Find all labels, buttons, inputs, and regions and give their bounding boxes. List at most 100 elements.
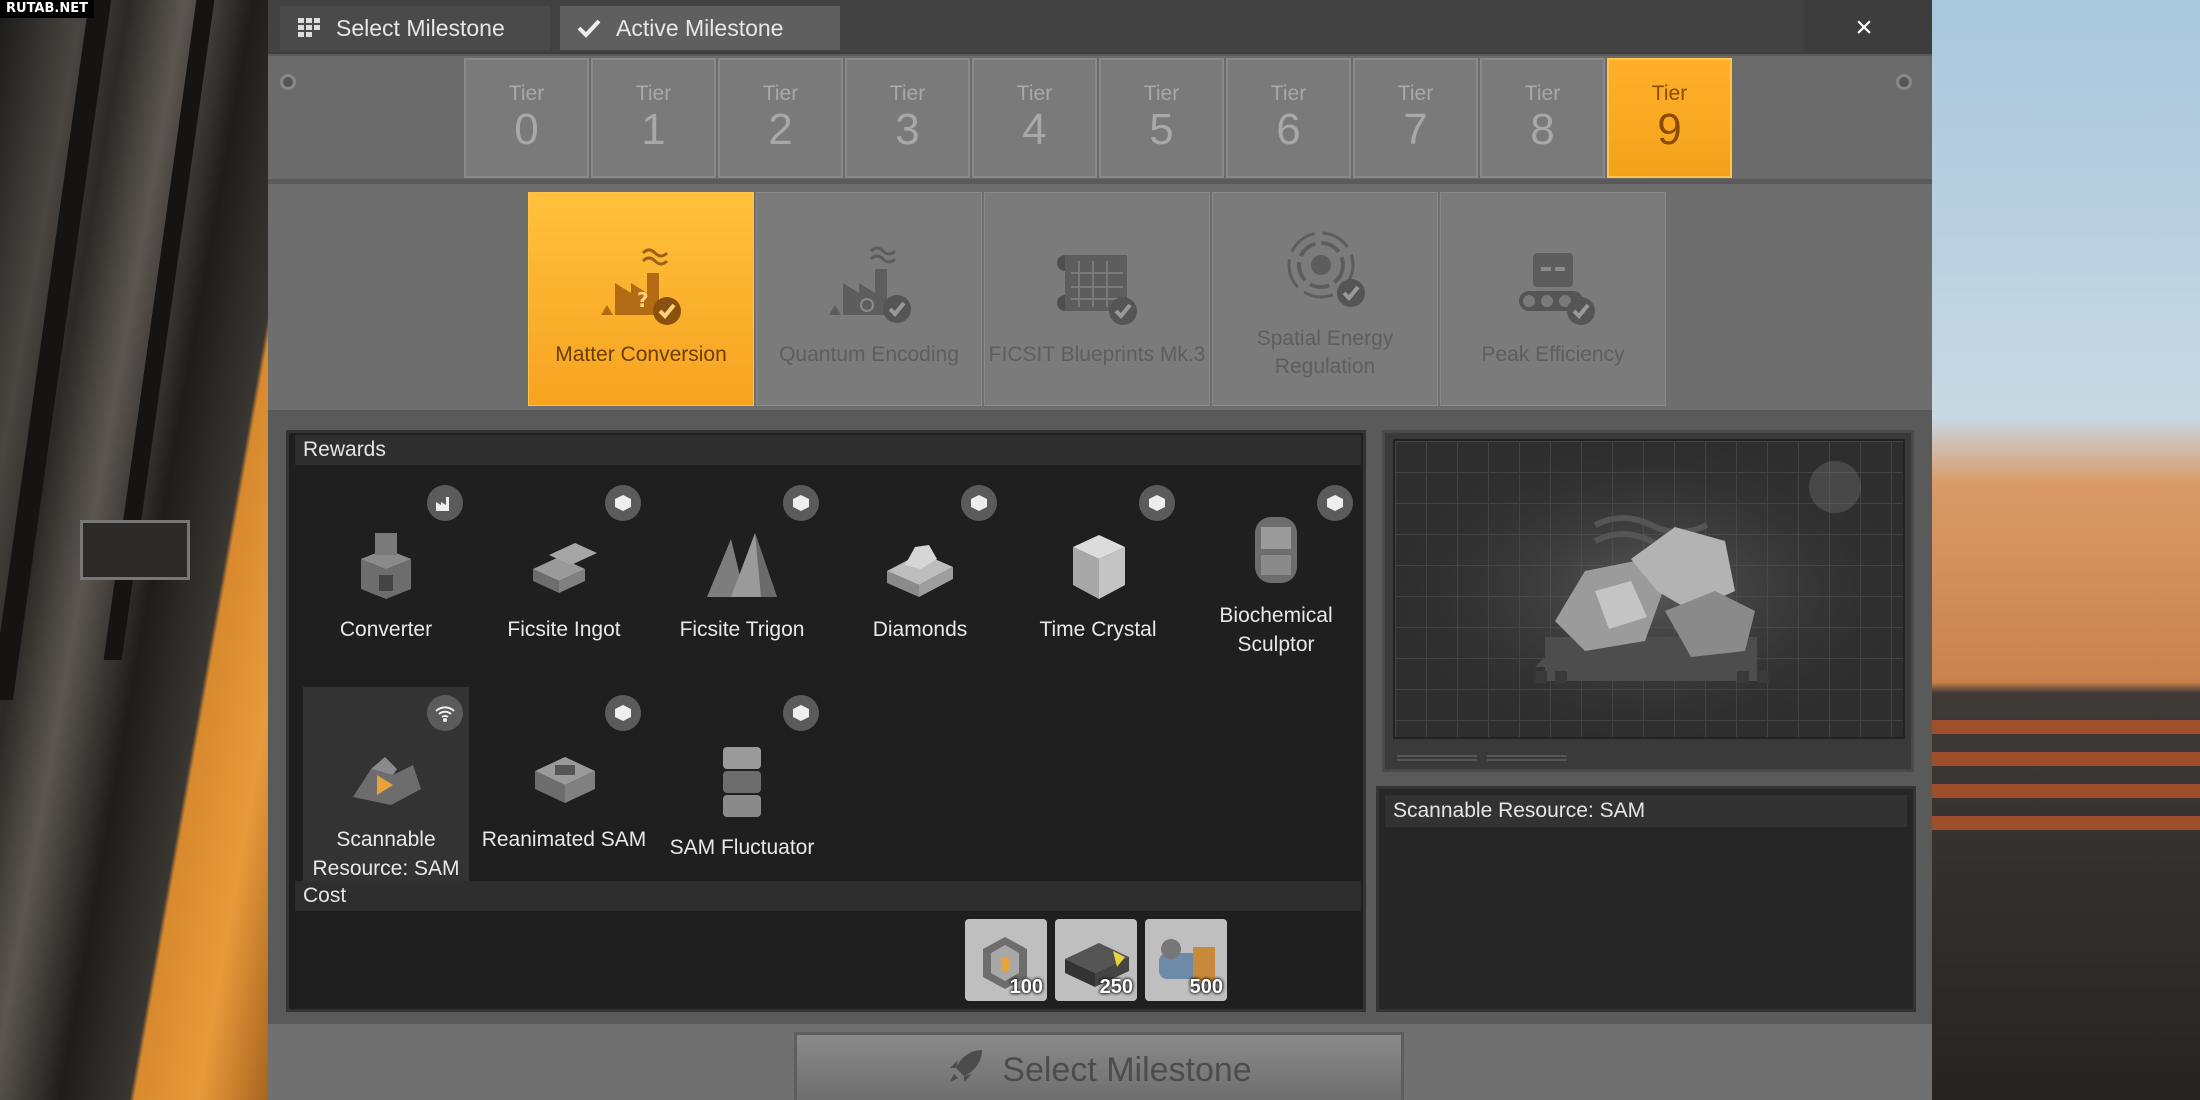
cost-quantity: 100 [1009,976,1043,998]
factory-question-icon: ? [601,248,681,325]
reward-label: Ficsite Ingot [507,618,621,641]
close-button[interactable]: × [1844,8,1884,48]
bottom-bar: Select Milestone [268,1024,1932,1100]
ficsite-ingot-icon [533,543,597,593]
reward-ficsite-trigon[interactable]: Ficsite Trigon [659,477,825,673]
preview-panel [1382,430,1914,772]
tier-label: Tier [508,82,545,105]
milestone-label: Matter Conversion [555,343,727,366]
reward-label: Converter [339,618,433,641]
tier-number: 0 [514,105,539,154]
reward-reanimated-sam[interactable]: Reanimated SAM [481,687,647,883]
preview-indicator [1397,755,1477,761]
rewards-panel: Rewards Converter Ficsite Ingot Ficsite … [286,430,1366,1012]
milestone-label: FICSIT Blueprints Mk.3 [988,343,1206,366]
milestone-window: Select Milestone Active Milestone × Tier… [268,0,1932,1100]
tier-9-button[interactable]: Tier 9 [1607,58,1732,178]
tier-1-button[interactable]: Tier 1 [591,58,716,178]
item-icon [1139,485,1175,521]
milestone-peak-efficiency[interactable]: Peak Efficiency [1440,192,1666,406]
tab-active-milestone[interactable]: Active Milestone [560,6,840,50]
biochemical-sculptor-icon [1255,517,1297,583]
tier-label: Tier [762,82,799,105]
scan-signal-icon [427,695,463,731]
factory-quantum-icon [829,246,911,323]
background-left [0,0,268,1100]
milestone-spatial-energy-regulation[interactable]: Spatial Energy Regulation [1212,192,1438,406]
tier-2-button[interactable]: Tier 2 [718,58,843,178]
reward-ficsite-ingot[interactable]: Ficsite Ingot [481,477,647,673]
select-milestone-label: Select Milestone [1002,1050,1252,1089]
reward-label: Scannable Resource: SAM [312,828,460,880]
converter-icon [361,533,411,599]
tier-number: 4 [1022,105,1047,154]
reward-label: Reanimated SAM [481,828,647,851]
blueprint-icon [1057,255,1137,325]
tier-label: Tier [1651,82,1688,105]
item-icon [605,485,641,521]
milestone-label: Quantum Encoding [779,343,959,366]
item-icon [783,695,819,731]
tier-number: 6 [1276,105,1301,154]
screw-decoration [280,74,296,90]
building-icon [427,485,463,521]
time-crystal-icon [1073,535,1125,599]
cost-header: Cost [295,881,1361,911]
reward-scannable-resource-sam[interactable]: Scannable Resource: SAM [303,687,469,883]
reward-time-crystal[interactable]: Time Crystal [1015,477,1181,673]
tier-number: 2 [768,105,793,154]
milestone-list: ? Matter Conversion Quantum Encoding FIC… [268,184,1932,410]
tier-label: Tier [1524,82,1561,105]
tier-label: Tier [1397,82,1434,105]
reward-label: SAM Fluctuator [669,836,815,859]
tier-7-button[interactable]: Tier 7 [1353,58,1478,178]
tier-6-button[interactable]: Tier 6 [1226,58,1351,178]
reward-sam-fluctuator[interactable]: SAM Fluctuator [659,687,825,883]
reward-label: Diamonds [872,618,968,641]
tab-select-milestone[interactable]: Select Milestone [280,6,550,50]
milestone-matter-conversion[interactable]: ? Matter Conversion [528,192,754,406]
cost-item-frame[interactable]: 100 [965,919,1047,1001]
preview-screen [1393,439,1905,739]
svg-text:?: ? [637,288,649,312]
tier-8-button[interactable]: Tier 8 [1480,58,1605,178]
tier-number: 8 [1530,105,1555,154]
rocket-icon [946,1046,986,1095]
preview-indicator [1487,755,1567,761]
conveyor-machine-icon [1519,253,1595,325]
sam-ore-preview-icon [1395,441,1903,737]
cost-item-battery[interactable]: 250 [1055,919,1137,1001]
tier-label: Tier [889,82,926,105]
tier-3-button[interactable]: Tier 3 [845,58,970,178]
cost-item-motor[interactable]: 500 [1145,919,1227,1001]
energy-rings-icon [1287,231,1365,307]
milestone-ficsit-blueprints[interactable]: FICSIT Blueprints Mk.3 [984,192,1210,406]
cost-quantity: 500 [1189,976,1223,998]
title-bar: Select Milestone Active Milestone × [268,0,1932,54]
item-icon [783,485,819,521]
tier-4-button[interactable]: Tier 4 [972,58,1097,178]
description-panel: Scannable Resource: SAM [1376,786,1916,1012]
checkmark-icon [576,15,602,41]
tier-5-button[interactable]: Tier 5 [1099,58,1224,178]
tier-0-button[interactable]: Tier 0 [464,58,589,178]
select-milestone-button[interactable]: Select Milestone [794,1032,1404,1100]
background-right [1932,0,2200,1100]
cost-quantity: 250 [1099,976,1133,998]
tier-number: 3 [895,105,920,154]
reanimated-sam-icon [535,757,595,803]
tier-number: 9 [1657,105,1682,154]
tab-label: Active Milestone [616,14,784,41]
description-title: Scannable Resource: SAM [1385,795,1907,827]
rewards-header: Rewards [295,435,1361,465]
milestone-quantum-encoding[interactable]: Quantum Encoding [756,192,982,406]
reward-label: Ficsite Trigon [679,618,805,641]
tier-selector: Tier 0 Tier 1 Tier 2 Tier 3 Tier 4 Tier 5 Tier… [268,56,1932,182]
sam-fluctuator-icon [723,747,761,817]
reward-converter[interactable]: Converter [303,477,469,673]
tier-label: Tier [635,82,672,105]
sam-scanner-icon [353,757,421,805]
reward-biochemical-sculptor[interactable]: Biochemical Sculptor [1193,477,1359,673]
reward-diamonds[interactable]: Diamonds [837,477,1003,673]
item-icon [961,485,997,521]
